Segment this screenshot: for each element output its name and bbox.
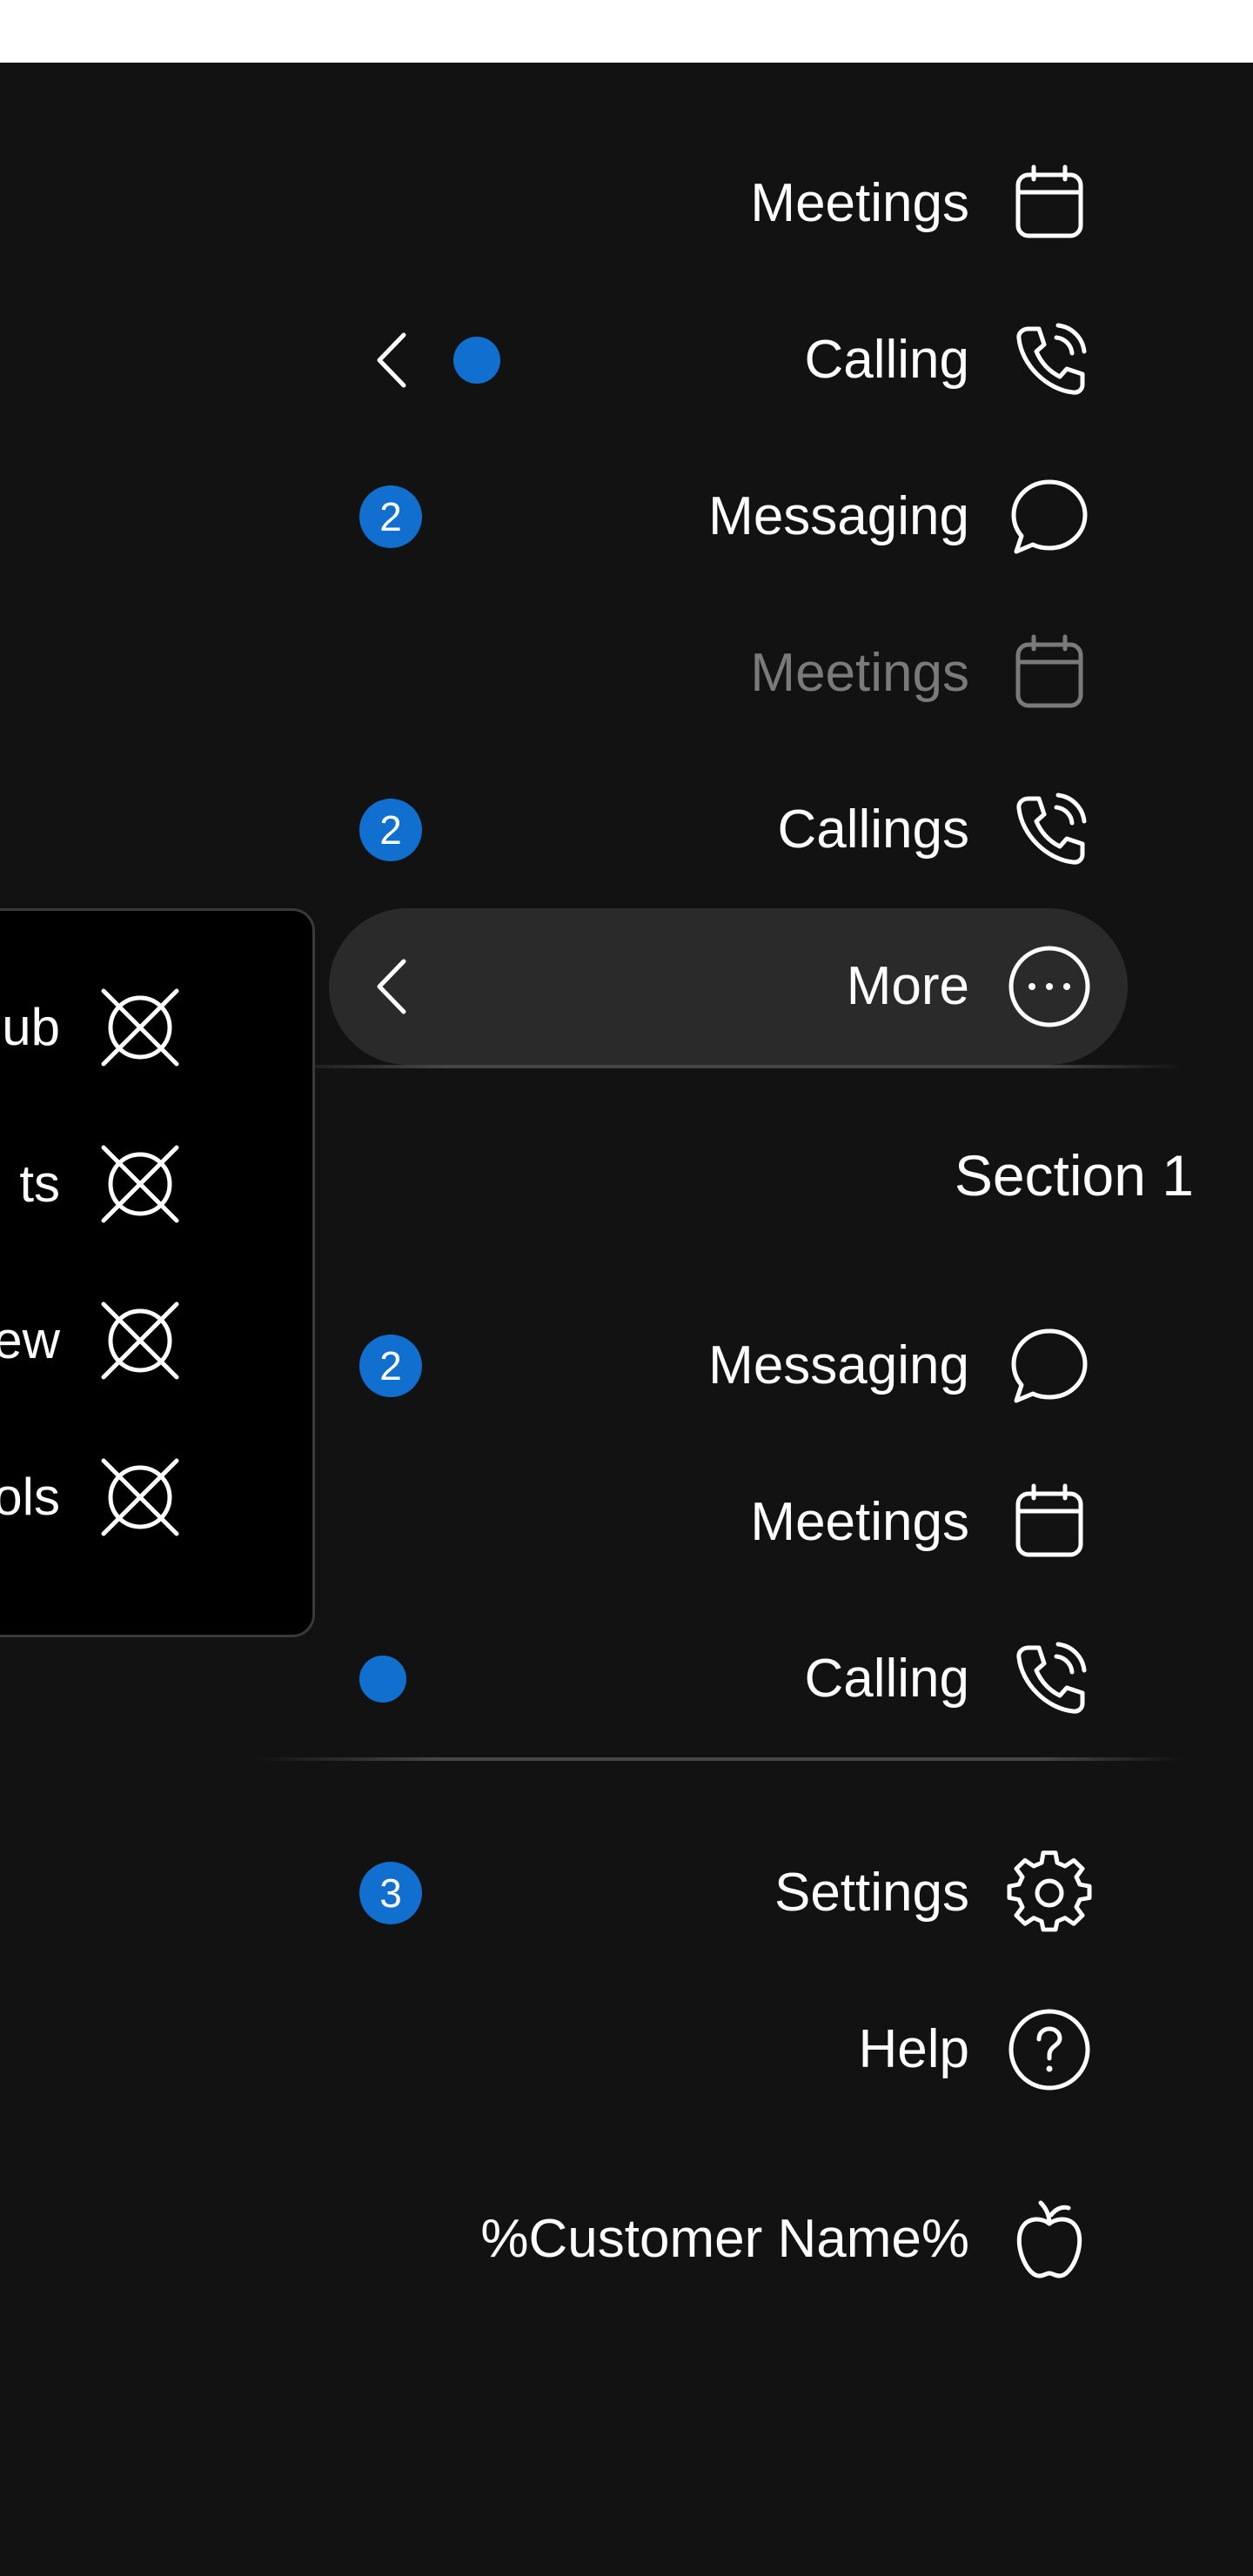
phone-icon — [1006, 1636, 1093, 1723]
apple-icon — [1006, 2196, 1093, 2283]
unread-count-badge: 3 — [359, 1862, 422, 1924]
nav-item-label: Meetings — [750, 643, 969, 703]
nav-item-label: Calling — [804, 330, 969, 390]
more-icon — [1006, 943, 1093, 1030]
nav-item-label: More — [846, 956, 969, 1016]
nav-item-label: Messaging — [708, 1335, 969, 1395]
placeholder-x-icon — [95, 1452, 185, 1542]
footer-item-customer[interactable]: %Customer Name% — [0, 2196, 1253, 2283]
chevron-left-icon[interactable] — [372, 956, 411, 1017]
divider — [261, 1065, 1183, 1068]
nav-item-label: Calling — [804, 1649, 969, 1709]
unread-count-badge: 2 — [359, 1335, 422, 1397]
popover-item[interactable]: ols — [0, 1445, 312, 1549]
placeholder-x-icon — [95, 1295, 185, 1386]
popover-item-label: ts — [19, 1154, 60, 1213]
popover-item-label: ub — [2, 998, 60, 1056]
nav-item-label: Meetings — [750, 173, 969, 233]
nav-item-callings[interactable]: 2 Callings — [0, 786, 1253, 873]
popover-item[interactable]: ts — [0, 1132, 312, 1236]
gear-icon — [1006, 1850, 1093, 1937]
divider — [252, 1757, 1183, 1761]
popover-item[interactable]: ew — [0, 1288, 312, 1393]
nav-item-label: Meetings — [750, 1492, 969, 1552]
calendar-icon — [1006, 630, 1093, 717]
nav-item-label: Settings — [774, 1863, 969, 1923]
nav-item-label: Callings — [777, 800, 969, 860]
unread-dot — [359, 1656, 406, 1703]
more-popover-menu: ub ts ew ols — [0, 908, 315, 1637]
nav-item-calling[interactable]: Calling — [0, 317, 1253, 404]
nav-item-label: Help — [858, 2019, 969, 2079]
footer-item-settings[interactable]: 3 Settings — [0, 1850, 1253, 1937]
nav-item-meetings[interactable]: Meetings — [0, 160, 1253, 247]
unread-dot — [453, 337, 500, 384]
unread-count-badge: 2 — [359, 485, 422, 548]
phone-icon — [1006, 786, 1093, 873]
section-item-calling[interactable]: Calling — [0, 1636, 1253, 1723]
placeholder-x-icon — [95, 1139, 185, 1229]
help-icon — [1006, 2006, 1093, 2093]
calendar-icon — [1006, 1479, 1093, 1566]
popover-item[interactable]: ub — [0, 975, 312, 1080]
top-bar — [0, 0, 1253, 63]
chat-icon — [1006, 473, 1093, 560]
unread-count-badge: 2 — [359, 799, 422, 861]
section-title: Section 1 — [954, 1143, 1194, 1208]
placeholder-x-icon — [95, 982, 185, 1073]
popover-item-label: ew — [0, 1311, 60, 1369]
chevron-left-icon[interactable] — [372, 330, 411, 391]
customer-name-label: %Customer Name% — [480, 2209, 969, 2269]
nav-item-messaging[interactable]: 2 Messaging — [0, 473, 1253, 560]
phone-icon — [1006, 317, 1093, 404]
nav-item-meetings-disabled: Meetings — [0, 630, 1253, 717]
footer-item-help[interactable]: Help — [0, 2006, 1253, 2093]
popover-item-label: ols — [0, 1468, 60, 1526]
chat-icon — [1006, 1322, 1093, 1409]
calendar-icon — [1006, 160, 1093, 247]
nav-item-label: Messaging — [708, 486, 969, 546]
